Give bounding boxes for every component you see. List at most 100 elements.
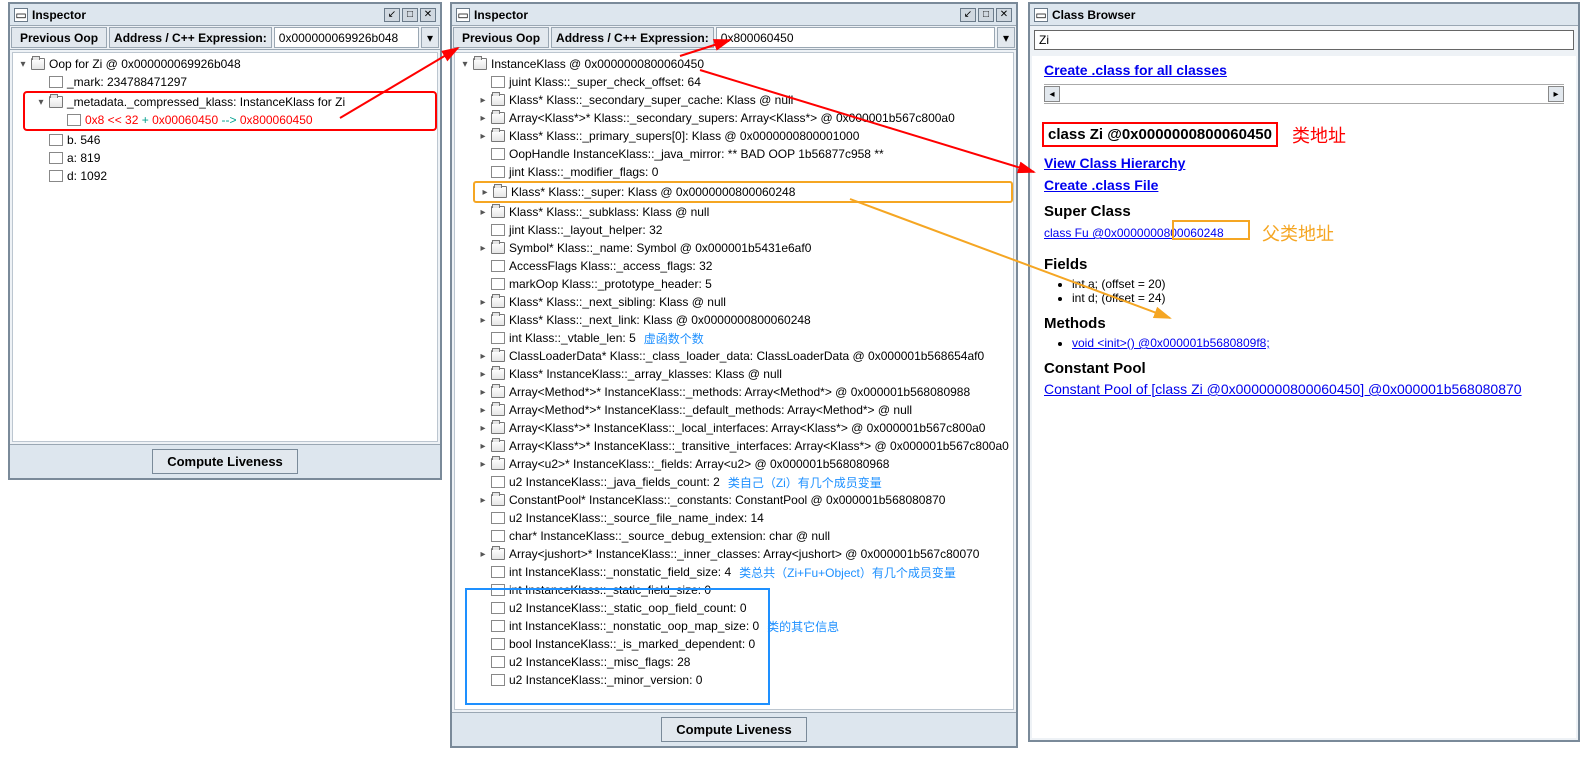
tree-node[interactable]: ▸juint Klass::_super_check_offset: 64 bbox=[455, 73, 1013, 91]
scroll-right-icon[interactable]: ▸ bbox=[1548, 86, 1564, 102]
tree-node[interactable]: ▸Klass* Klass::_primary_supers[0]: Klass… bbox=[455, 127, 1013, 145]
expand-toggle[interactable]: ▸ bbox=[477, 207, 489, 218]
tree-node[interactable]: ▸bool InstanceKlass::_is_marked_dependen… bbox=[455, 635, 1013, 653]
tree-root[interactable]: ▾ Oop for Zi @ 0x000000069926b048 bbox=[13, 55, 437, 73]
annotation-text: 虚函数个数 bbox=[644, 330, 704, 347]
compute-liveness-button[interactable]: Compute Liveness bbox=[152, 449, 298, 474]
close-icon[interactable]: ✕ bbox=[420, 8, 436, 22]
node-label: bool InstanceKlass::_is_marked_dependent… bbox=[509, 637, 755, 651]
tree-node[interactable]: ▸u2 InstanceKlass::_misc_flags: 28 bbox=[455, 653, 1013, 671]
expand-toggle[interactable]: ▸ bbox=[477, 387, 489, 398]
field-item: int a; (offset = 20) bbox=[1072, 277, 1564, 291]
tree-node[interactable]: ▸Klass* Klass::_secondary_super_cache: K… bbox=[455, 91, 1013, 109]
tree-node[interactable]: ▸Array<Method*>* InstanceKlass::_default… bbox=[455, 401, 1013, 419]
folder-icon bbox=[491, 422, 505, 434]
tree-node[interactable]: ▸int InstanceKlass::_nonstatic_field_siz… bbox=[455, 563, 1013, 581]
tree-node[interactable]: ▸Klass* Klass::_next_sibling: Klass @ nu… bbox=[455, 293, 1013, 311]
address-dropdown-icon[interactable]: ▾ bbox=[997, 27, 1015, 48]
address-input[interactable]: 0x800060450 bbox=[716, 27, 995, 48]
tree-node[interactable]: ▸Array<Klass*>* Klass::_secondary_supers… bbox=[455, 109, 1013, 127]
expand-toggle[interactable]: ▾ bbox=[459, 59, 471, 70]
expand-toggle[interactable]: ▸ bbox=[479, 187, 491, 198]
address-input[interactable]: 0x000000069926b048 bbox=[274, 27, 419, 48]
tree-node[interactable]: ▸u2 InstanceKlass::_minor_version: 0 bbox=[455, 671, 1013, 689]
node-label: Klass* Klass::_subklass: Klass @ null bbox=[509, 205, 709, 219]
address-dropdown-icon[interactable]: ▾ bbox=[421, 27, 439, 48]
search-input[interactable]: Zi bbox=[1034, 30, 1574, 50]
expand-toggle[interactable]: ▸ bbox=[477, 459, 489, 470]
create-all-link[interactable]: Create .class for all classes bbox=[1044, 62, 1227, 78]
expand-toggle[interactable]: ▸ bbox=[477, 95, 489, 106]
tree-node[interactable]: ▸u2 InstanceKlass::_static_oop_field_cou… bbox=[455, 599, 1013, 617]
leaf-icon bbox=[491, 674, 505, 686]
tree-node[interactable]: ▸ClassLoaderData* Klass::_class_loader_d… bbox=[455, 347, 1013, 365]
folder-icon bbox=[491, 242, 505, 254]
tree-node[interactable]: ▸int InstanceKlass::_nonstatic_oop_map_s… bbox=[455, 617, 1013, 635]
view-hierarchy-link[interactable]: View Class Hierarchy bbox=[1044, 155, 1564, 171]
compute-liveness-button[interactable]: Compute Liveness bbox=[661, 717, 807, 742]
previous-oop-button[interactable]: Previous Oop bbox=[453, 27, 549, 48]
tree-node[interactable]: ▸char* InstanceKlass::_source_debug_exte… bbox=[455, 527, 1013, 545]
tree-node[interactable]: ▸Symbol* Klass::_name: Symbol @ 0x000001… bbox=[455, 239, 1013, 257]
tree-node[interactable]: ▸ Klass* Klass::_subklass: Klass @ null bbox=[455, 203, 1013, 221]
tree-node[interactable]: ▸Array<jushort>* InstanceKlass::_inner_c… bbox=[455, 545, 1013, 563]
tree-node[interactable]: ▸Array<u2>* InstanceKlass::_fields: Arra… bbox=[455, 455, 1013, 473]
tree-node[interactable]: ▸Klass* Klass::_next_link: Klass @ 0x000… bbox=[455, 311, 1013, 329]
cp-link[interactable]: Constant Pool of [class Zi @0x0000000800… bbox=[1044, 381, 1522, 397]
toolbar: Previous Oop Address / C++ Expression: 0… bbox=[10, 26, 440, 50]
minimize-icon[interactable]: ↙ bbox=[960, 8, 976, 22]
expand-toggle[interactable]: ▸ bbox=[477, 369, 489, 380]
method-link[interactable]: void <init>() @0x000001b5680809f8; bbox=[1072, 336, 1270, 350]
expand-toggle[interactable]: ▸ bbox=[477, 131, 489, 142]
previous-oop-button[interactable]: Previous Oop bbox=[11, 27, 107, 48]
leaf-icon bbox=[491, 584, 505, 596]
expand-toggle[interactable]: ▸ bbox=[477, 297, 489, 308]
minimize-icon[interactable]: ↙ bbox=[384, 8, 400, 22]
node-label: jint Klass::_modifier_flags: 0 bbox=[509, 165, 658, 179]
tree-node[interactable]: ▸jint Klass::_layout_helper: 32 bbox=[455, 221, 1013, 239]
tree-node[interactable]: ▸OopHandle InstanceKlass::_java_mirror: … bbox=[455, 145, 1013, 163]
tree-node[interactable]: ▸Klass* Klass::_super: Klass @ 0x0000000… bbox=[475, 183, 795, 201]
tree-node[interactable]: ▸ a: 819 bbox=[13, 149, 437, 167]
super-class-link[interactable]: class Fu @0x0000000800060248 bbox=[1044, 224, 1224, 240]
tree-node[interactable]: ▸jint Klass::_modifier_flags: 0 bbox=[455, 163, 1013, 181]
tree-node[interactable]: ▸markOop Klass::_prototype_header: 5 bbox=[455, 275, 1013, 293]
create-class-link[interactable]: Create .class File bbox=[1044, 177, 1564, 193]
horizontal-scroll[interactable]: ◂ ▸ bbox=[1044, 84, 1564, 104]
tree-node[interactable]: ▸int InstanceKlass::_static_field_size: … bbox=[455, 581, 1013, 599]
expand-toggle[interactable]: ▾ bbox=[17, 59, 29, 70]
expand-toggle[interactable]: ▸ bbox=[477, 243, 489, 254]
expand-toggle[interactable]: ▸ bbox=[477, 549, 489, 560]
tree-node[interactable]: ▸ConstantPool* InstanceKlass::_constants… bbox=[455, 491, 1013, 509]
scroll-left-icon[interactable]: ◂ bbox=[1044, 86, 1060, 102]
expand-toggle[interactable]: ▸ bbox=[477, 405, 489, 416]
tree-node[interactable]: ▸AccessFlags Klass::_access_flags: 32 bbox=[455, 257, 1013, 275]
expand-toggle[interactable]: ▸ bbox=[477, 495, 489, 506]
close-icon[interactable]: ✕ bbox=[996, 8, 1012, 22]
node-label: Array<Klass*>* InstanceKlass::_transitiv… bbox=[509, 439, 1009, 453]
expand-toggle[interactable]: ▸ bbox=[477, 441, 489, 452]
tree-node[interactable]: ▾InstanceKlass @ 0x0000000800060450 bbox=[455, 55, 1013, 73]
tree-node[interactable]: ▸ b. 546 bbox=[13, 131, 437, 149]
expand-toggle[interactable]: ▸ bbox=[477, 315, 489, 326]
tree-node[interactable]: ▸Array<Method*>* InstanceKlass::_methods… bbox=[455, 383, 1013, 401]
titlebar[interactable]: ▭ Inspector ↙ □ ✕ bbox=[452, 4, 1016, 26]
expand-toggle[interactable]: ▸ bbox=[477, 351, 489, 362]
maximize-icon[interactable]: □ bbox=[402, 8, 418, 22]
tree-node[interactable]: ▸int Klass::_vtable_len: 5虚函数个数 bbox=[455, 329, 1013, 347]
tree-node[interactable]: ▸u2 InstanceKlass::_java_fields_count: 2… bbox=[455, 473, 1013, 491]
titlebar[interactable]: ▭ Class Browser bbox=[1030, 4, 1578, 26]
expand-toggle[interactable]: ▾ bbox=[35, 97, 47, 108]
tree-node[interactable]: ▸ d: 1092 bbox=[13, 167, 437, 185]
tree-node[interactable]: ▾ _metadata._compressed_klass: InstanceK… bbox=[25, 93, 435, 111]
tree-node[interactable]: ▸Klass* InstanceKlass::_array_klasses: K… bbox=[455, 365, 1013, 383]
maximize-icon[interactable]: □ bbox=[978, 8, 994, 22]
tree-node[interactable]: ▸u2 InstanceKlass::_source_file_name_ind… bbox=[455, 509, 1013, 527]
folder-icon bbox=[491, 440, 505, 452]
expand-toggle[interactable]: ▸ bbox=[477, 113, 489, 124]
tree-node[interactable]: ▸ _mark: 234788471297 bbox=[13, 73, 437, 91]
expand-toggle[interactable]: ▸ bbox=[477, 423, 489, 434]
tree-node[interactable]: ▸Array<Klass*>* InstanceKlass::_local_in… bbox=[455, 419, 1013, 437]
tree-node[interactable]: ▸ Array<Klass*>* InstanceKlass::_transiti… bbox=[455, 437, 1013, 455]
titlebar[interactable]: ▭ Inspector ↙ □ ✕ bbox=[10, 4, 440, 26]
